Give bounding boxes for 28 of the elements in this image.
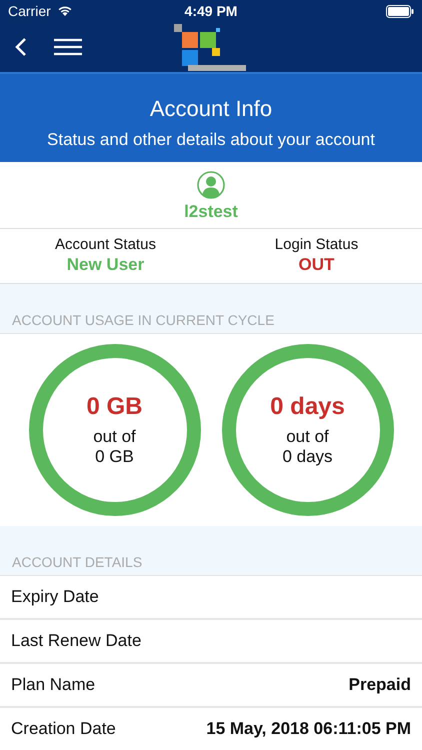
page-subtitle: Status and other details about your account [46, 130, 376, 150]
status-label: Account Status [55, 236, 156, 253]
detail-label: Plan Name [11, 675, 96, 695]
detail-label: Creation Date [11, 719, 116, 739]
usage-used: 0 GB [86, 393, 142, 421]
status-value: OUT [298, 255, 334, 275]
usage-out-of: out of [93, 427, 136, 447]
detail-label: Last Renew Date [11, 631, 142, 651]
clock-time: 4:49 PM [184, 3, 238, 19]
detail-value: 15 May, 2018 06:11:05 PM [206, 719, 411, 739]
status-label: Login Status [274, 236, 358, 253]
menu-icon[interactable] [54, 38, 82, 56]
usage-used: 0 days [270, 393, 345, 421]
username: l2stest [184, 202, 238, 222]
usage-out-of: out of [286, 427, 329, 447]
detail-label: Expiry Date [11, 587, 99, 607]
status-value: New User [66, 255, 144, 275]
wifi-icon [56, 5, 73, 17]
section-header: ACCOUNT USAGE IN CURRENT CYCLE [0, 284, 422, 334]
user-avatar-icon [197, 171, 225, 199]
usage-total: 0 GB [95, 447, 134, 467]
usage-total: 0 days [282, 447, 333, 467]
page-title: Account Info [148, 96, 274, 122]
detail-value: Prepaid [348, 675, 411, 695]
section-header: ACCOUNT DETAILS [0, 526, 422, 576]
back-icon[interactable] [14, 37, 28, 57]
battery-icon [386, 4, 414, 18]
carrier-label: Carrier [8, 3, 51, 19]
